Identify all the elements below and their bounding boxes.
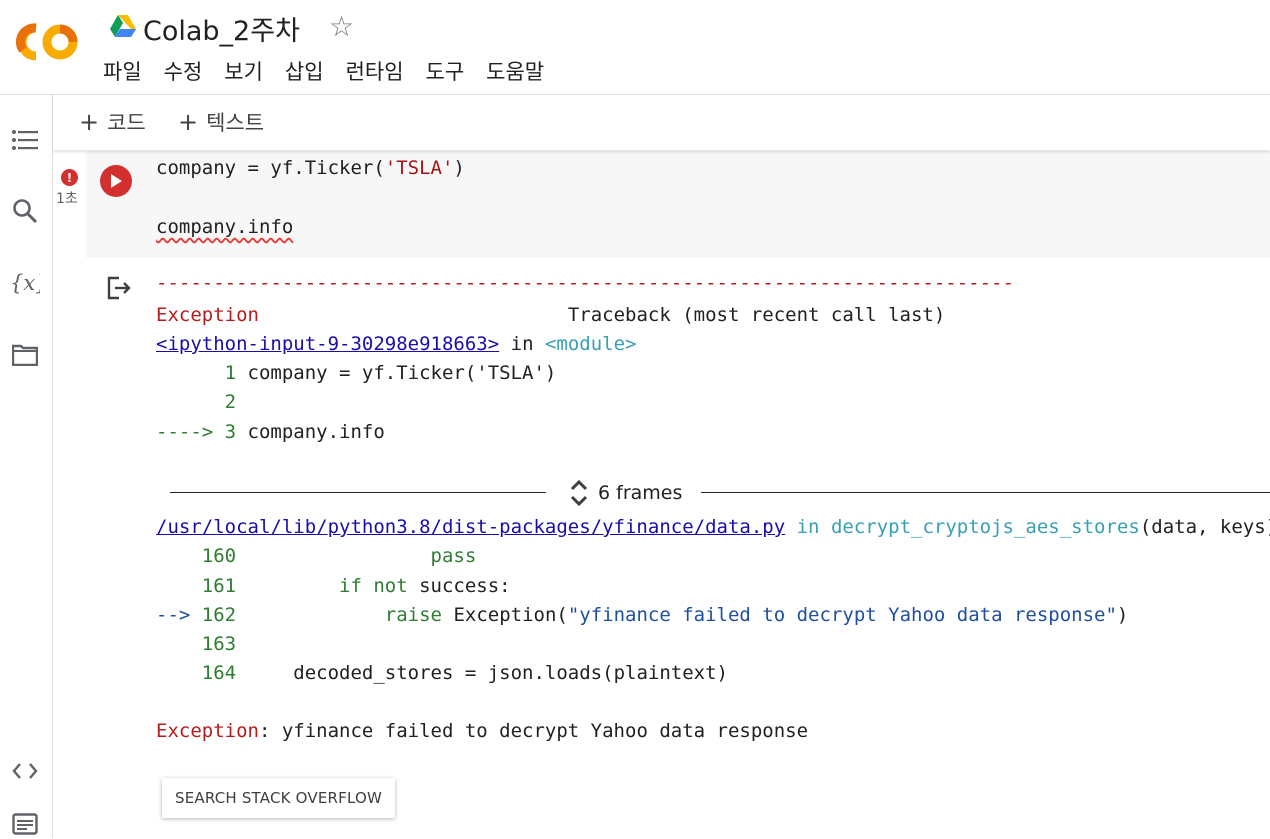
plus-icon: + [178,108,199,136]
divider-line [170,492,546,493]
svg-text:{x}: {x} [10,271,40,295]
divider-line [701,492,1270,493]
menu-bar: 파일 수정 보기 삽입 런타임 도구 도움말 [103,56,566,86]
search-stack-overflow-button[interactable]: SEARCH STACK OVERFLOW [162,778,395,818]
execution-time: 1초 [56,191,78,207]
variables-icon[interactable]: {x} [10,268,40,298]
tb-line: 163 [156,633,248,655]
menu-view[interactable]: 보기 [224,56,263,86]
header: Colab_2주차 ☆ 파일 수정 보기 삽입 런타임 도구 도움말 [0,0,1270,95]
add-code-label: 코드 [107,111,146,135]
search-icon[interactable] [10,196,40,226]
output-icon[interactable] [106,275,132,301]
colab-logo[interactable] [12,20,80,64]
tb-line: 2 [156,391,248,413]
code-snippets-icon[interactable] [10,756,40,786]
input-link[interactable]: <ipython-input-9-30298e918663> [156,333,499,355]
run-button[interactable] [100,165,132,197]
menu-help[interactable]: 도움말 [486,56,544,86]
files-icon[interactable] [10,340,40,370]
plus-icon: + [79,108,100,136]
tb-line: 1 company = yf.Ticker('TSLA') [156,362,557,384]
add-text-label: 텍스트 [206,111,265,135]
menu-insert[interactable]: 삽입 [285,56,324,86]
menu-tools[interactable]: 도구 [426,56,465,86]
menu-file[interactable]: 파일 [103,56,142,86]
toc-icon[interactable] [10,125,40,155]
menu-edit[interactable]: 수정 [164,56,203,86]
frames-label: 6 frames [598,482,683,504]
tb-line: 160 pass [156,545,477,567]
traceback-location-2: /usr/local/lib/python3.8/dist-packages/y… [156,516,1270,538]
tb-line: 161 if not success: [156,575,511,597]
frames-divider: 6 frames [170,478,1270,512]
star-icon[interactable]: ☆ [329,10,354,43]
drive-icon[interactable] [110,14,136,38]
code-line-3: company.info [156,216,294,238]
left-sidebar: {x} [0,95,53,838]
tb-line: 164 decoded_stores = json.loads(plaintex… [156,662,728,684]
tb-line: --> 162 raise Exception("yfinance failed… [156,604,1129,626]
traceback-header: Exception Traceback (most recent call la… [156,304,946,326]
add-code-button[interactable]: + 코드 [79,107,146,137]
traceback-separator: ----------------------------------------… [156,272,1014,294]
frames-toggle-icon [570,479,588,507]
file-link[interactable]: /usr/local/lib/python3.8/dist-packages/y… [156,516,785,538]
notebook-title[interactable]: Colab_2주차 [143,9,300,48]
tb-line: ----> 3 company.info [156,421,385,443]
frames-toggle-button[interactable]: 6 frames [568,478,682,508]
final-exception: Exception: yfinance failed to decrypt Ya… [156,720,809,742]
notebook-toolbar: + 코드 + 텍스트 [53,95,1270,150]
code-line-1: company = yf.Ticker('TSLA') [156,157,465,179]
error-icon: ! [61,169,78,186]
traceback-location-1: <ipython-input-9-30298e918663> in <modul… [156,333,637,355]
add-text-button[interactable]: + 텍스트 [178,107,264,137]
run-icon [111,174,122,188]
terminal-icon[interactable] [10,809,40,839]
menu-runtime[interactable]: 런타임 [346,56,404,86]
